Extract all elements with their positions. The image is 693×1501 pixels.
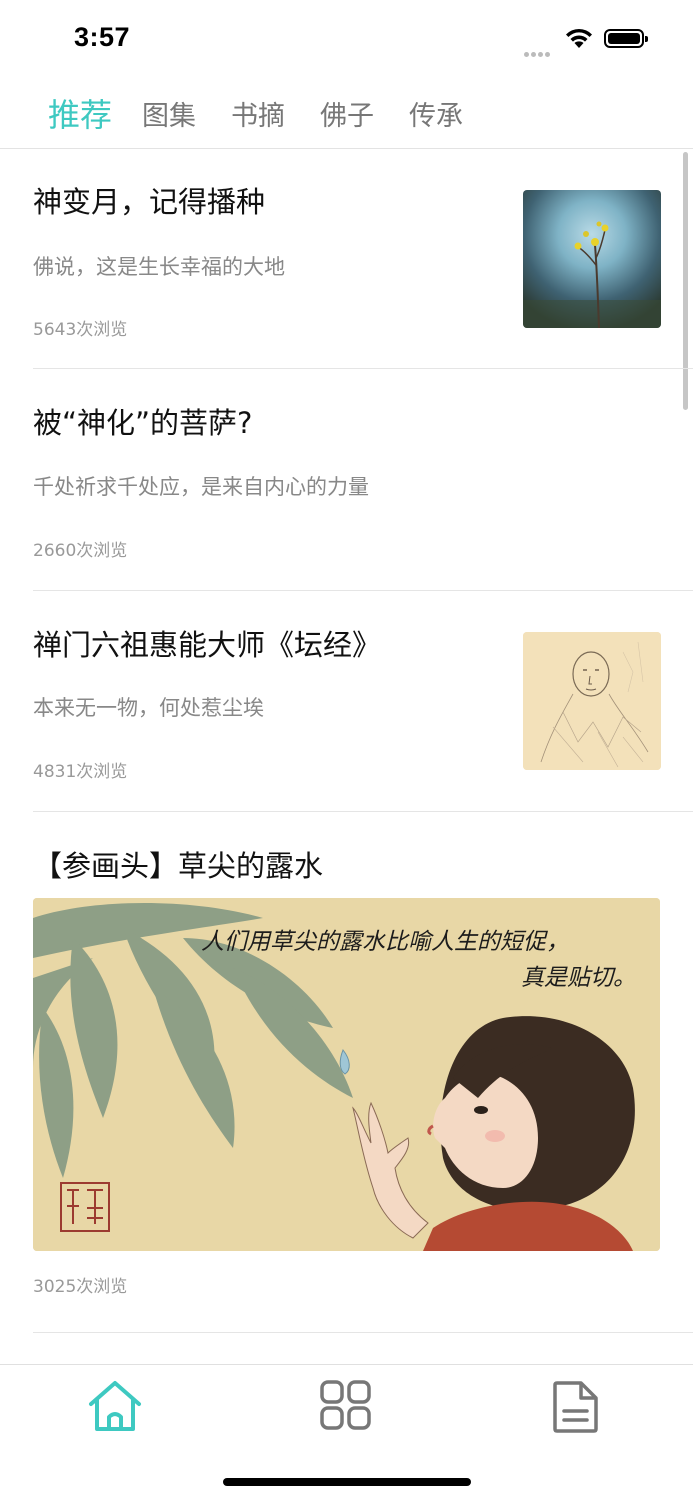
- battery-icon: [604, 29, 648, 48]
- banner-caption-line1: 人们用草尖的露水比喻人生的短促，: [201, 929, 569, 955]
- article-title: 禅门六祖惠能大师《坛经》: [33, 628, 382, 662]
- article-views: 5643次浏览: [33, 320, 128, 340]
- category-tabs: 推荐 图集 书摘 佛子 传承: [0, 88, 693, 149]
- article-title: 被“神化”的菩萨?: [33, 406, 253, 440]
- tab-gallery[interactable]: 图集: [142, 94, 196, 133]
- article-thumbnail: [523, 632, 661, 770]
- banner-caption-line2: 真是贴切。: [521, 965, 636, 991]
- cellular-signal-icon: [524, 42, 552, 61]
- article-subtitle: 佛说，这是生长幸福的大地: [33, 255, 285, 279]
- article-title: 【参画头】草尖的露水: [33, 849, 324, 883]
- article-banner-image: 人们用草尖的露水比喻人生的短促， 真是贴切。: [33, 898, 660, 1251]
- status-bar: 3:57: [0, 0, 693, 80]
- article-item[interactable]: 禅门六祖惠能大师《坛经》 本来无一物，何处惹尘埃 4831次浏览: [33, 591, 693, 812]
- article-views: 3025次浏览: [33, 1277, 128, 1297]
- document-icon[interactable]: [551, 1379, 611, 1435]
- status-time: 3:57: [74, 22, 131, 52]
- article-subtitle: 千处祈求千处应，是来自内心的力量: [33, 475, 369, 499]
- article-item[interactable]: 神变月，记得播种 佛说，这是生长幸福的大地 5643次浏览: [33, 149, 693, 369]
- tab-lineage[interactable]: 传承: [409, 94, 463, 133]
- article-views: 4831次浏览: [33, 762, 128, 782]
- article-subtitle: 本来无一物，何处惹尘埃: [33, 696, 264, 720]
- article-title: 神变月，记得播种: [33, 185, 266, 219]
- home-indicator[interactable]: [223, 1478, 471, 1486]
- tab-excerpts[interactable]: 书摘: [231, 94, 285, 133]
- article-views: 2660次浏览: [33, 541, 128, 561]
- tab-recommend[interactable]: 推荐: [48, 90, 112, 136]
- home-icon[interactable]: [86, 1379, 146, 1435]
- article-item[interactable]: 【参画头】草尖的露水 人们用草尖的露水比喻人生的短促， 真是贴切。 3025次浏…: [33, 812, 693, 1333]
- wifi-icon: [566, 28, 592, 48]
- grid-icon[interactable]: [318, 1379, 378, 1435]
- article-thumbnail: [523, 190, 661, 328]
- article-item[interactable]: 被“神化”的菩萨? 千处祈求千处应，是来自内心的力量 2660次浏览: [33, 369, 693, 591]
- tab-disciples[interactable]: 佛子: [320, 94, 374, 133]
